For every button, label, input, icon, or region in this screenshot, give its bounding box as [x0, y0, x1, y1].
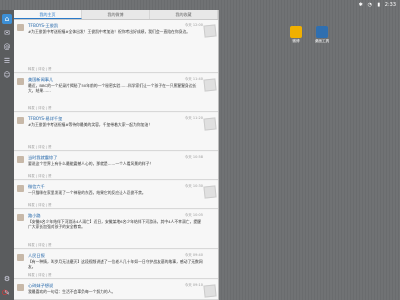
post-text: 一只猫咪在家里发现了一个神秘的东西，结果它的反应让人忍俊不禁。	[28, 190, 146, 195]
post-time: 今天 11:20	[184, 116, 203, 120]
desktop-shortcut-tools[interactable]: 桌面工具	[314, 26, 330, 44]
comment-icon[interactable]: ☰	[2, 56, 12, 66]
avatar[interactable]	[17, 185, 24, 192]
post-actions[interactable]: 转发 | 评论 | 赞	[28, 144, 52, 149]
status-bar: ✱ ◔ ▮ 2:33	[0, 0, 400, 10]
post-time: 今天 12:00	[184, 23, 203, 27]
post-item[interactable]: 人民日报 今天 09:40 【有一种情，叫岁月无法磨灭】这段视频讲述了一位老人几…	[14, 250, 218, 279]
battery-icon: ▮	[377, 1, 381, 8]
post-item[interactable]: TFBOYS-易烊千玺 今天 11:20 #为王俊凯中考送祝福#等待你最美的笑容…	[14, 113, 218, 151]
avatar[interactable]	[17, 24, 24, 31]
tools-app-icon	[316, 26, 328, 38]
post-actions[interactable]: 转发 | 评论 | 赞	[28, 66, 52, 71]
post-text: 我最喜欢的一句话：生活不会辜负每一个努力的人。	[28, 289, 116, 294]
weibo-app-icon	[290, 26, 302, 38]
avatar[interactable]	[17, 78, 24, 85]
post-actions[interactable]: 转发 | 评论 | 赞	[28, 173, 52, 178]
post-time: 今天 09:40	[184, 253, 203, 257]
avatar[interactable]	[17, 284, 24, 291]
post-image[interactable]	[203, 284, 217, 298]
sidebar: ⌂ ✉ @ ☰ ☺ ⚙ ✎	[0, 10, 14, 300]
avatar[interactable]	[17, 156, 24, 163]
post-text: 【安徽6名少年结伴下河游泳4人溺亡】近日，安徽某地6名少年结伴下河游泳，其中4人…	[28, 219, 201, 229]
bluetooth-icon: ✱	[358, 1, 363, 8]
post-text: #为王俊凯中考送祝福#等待你最美的笑容，千玺带着大家一起为你加油！	[28, 122, 153, 127]
settings-icon[interactable]: ⚙	[2, 274, 12, 284]
power-icon[interactable]: ⏻	[2, 289, 8, 298]
post-actions[interactable]: 转发 | 评论 | 赞	[28, 105, 52, 110]
post-image[interactable]	[203, 78, 217, 92]
post-time: 今天 11:40	[184, 77, 203, 81]
post-text: 【有一种情，叫岁月无法磨灭】这段视频讲述了一位老人几十年如一日守护战友墓的故事，…	[28, 259, 203, 269]
at-mention-icon[interactable]: @	[2, 42, 12, 52]
tab-my-weibo[interactable]: 我的微博	[82, 10, 150, 19]
post-actions[interactable]: 转发 | 评论 | 赞	[28, 242, 52, 247]
post-item[interactable]: 美国新闻事儿 今天 11:40 最近，BBC的一个纪录片揭秘了50年前的一个秘密…	[14, 74, 218, 112]
post-image[interactable]	[203, 117, 217, 131]
desktop-shortcut-label: 桌面工具	[314, 39, 330, 43]
post-actions[interactable]: 转发 | 评论 | 赞	[28, 272, 52, 277]
profile-icon[interactable]: ☺	[2, 70, 12, 80]
post-item[interactable]: 当时我就震惊了 今天 10:58 要说这个世界上有什么最能震撼人心的，那就是………	[14, 152, 218, 180]
post-item[interactable]: 心碎妹子想说 今天 09:10 我最喜欢的一句话：生活不会辜负每一个努力的人。	[14, 280, 218, 300]
post-item[interactable]: 微信六千 今天 10:30 一只猫咪在家里发现了一个神秘的东西，结果它的反应让人…	[14, 181, 218, 209]
tab-favorites[interactable]: 我的收藏	[150, 10, 218, 19]
avatar[interactable]	[17, 254, 24, 261]
post-time: 今天 09:10	[184, 283, 203, 287]
weibo-app-window: 我的主页 我的微博 我的收藏 TFBOYS-王俊凯 今天 12:00 #为王俊凯…	[14, 10, 219, 300]
post-time: 今天 10:58	[184, 155, 203, 159]
avatar[interactable]	[17, 117, 24, 124]
post-item[interactable]: TFBOYS-王俊凯 今天 12:00 #为王俊凯中考送祝福#全体出发！王俊凯中…	[14, 20, 218, 73]
desktop-shortcut-weibo[interactable]: 微博	[288, 26, 304, 44]
post-time: 今天 10:30	[184, 184, 203, 188]
post-text: 要说这个世界上有什么最能震撼人心的，那就是……一个人看风景的样子！	[28, 161, 154, 166]
post-image[interactable]	[203, 185, 217, 199]
home-icon[interactable]: ⌂	[2, 14, 12, 24]
post-text: #为王俊凯中考送祝福#全体出发！王俊凯中考加油！祝你考出好成绩，我们会一直陪在你…	[28, 29, 191, 34]
message-icon[interactable]: ✉	[2, 28, 12, 38]
tab-bar: 我的主页 我的微博 我的收藏	[14, 10, 218, 20]
feed-list: TFBOYS-王俊凯 今天 12:00 #为王俊凯中考送祝福#全体出发！王俊凯中…	[14, 20, 218, 300]
post-text: 最近，BBC的一个纪录片揭秘了50年前的一个秘密实验……科学家们让一个孩子在一只…	[28, 83, 197, 93]
wifi-icon: ◔	[367, 1, 372, 8]
post-item[interactable]: 路小路 今天 10:05 【安徽6名少年结伴下河游泳4人溺亡】近日，安徽某地6名…	[14, 210, 218, 249]
post-actions[interactable]: 转发 | 评论 | 赞	[28, 202, 52, 207]
tab-home[interactable]: 我的主页	[14, 10, 82, 19]
desktop-shortcut-label: 微博	[292, 39, 300, 43]
avatar[interactable]	[17, 214, 24, 221]
status-time: 2:33	[384, 2, 396, 8]
post-time: 今天 10:05	[184, 213, 203, 217]
post-image[interactable]	[203, 24, 217, 38]
